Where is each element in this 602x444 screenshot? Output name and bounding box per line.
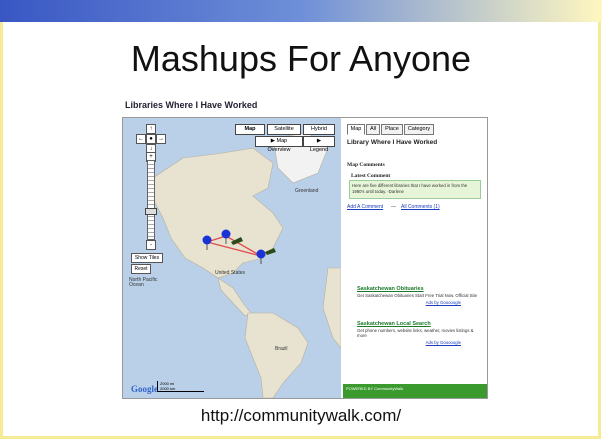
map-label-united-states: United States	[215, 270, 246, 276]
comment-text: Here are five different libraries that I…	[349, 180, 481, 199]
map-label-greenland: Greenland	[295, 188, 319, 194]
hybrid-type-button[interactable]: Hybrid	[303, 124, 335, 135]
add-comment-link[interactable]: Add A Comment	[347, 204, 383, 210]
scale-kilometers: 2000 km	[160, 386, 176, 391]
zoom-out-button[interactable]: -	[146, 240, 156, 250]
screenshot-heading: Libraries Where I Have Worked	[125, 100, 258, 110]
ad-body: Get phone numbers, website links, weathe…	[357, 328, 474, 338]
google-logo: Google	[131, 384, 158, 394]
pan-left-button[interactable]: ←	[136, 134, 146, 144]
slide-top-bar	[0, 0, 602, 22]
tab-all[interactable]: All	[366, 124, 380, 135]
map-marker[interactable]	[256, 249, 266, 265]
ads-by-link[interactable]: Ads by Gooooogle	[357, 300, 483, 305]
play-icon: ▶	[316, 138, 322, 144]
legend-button[interactable]: ▶ Legend	[303, 136, 335, 153]
show-tiles-button[interactable]: Show Tiles	[131, 253, 163, 263]
pan-center-button[interactable]: ●	[146, 134, 156, 144]
legend-label: Legend	[309, 147, 329, 153]
map-label-north-pacific: North Pacific Ocean	[129, 277, 158, 288]
map-type-button[interactable]: Map	[235, 124, 265, 135]
map-scale: 2000 mi 2000 km	[157, 381, 204, 392]
all-comments-link[interactable]: All Comments (1)	[401, 204, 440, 210]
footer-text: POWERED BY CommunityWalk	[346, 386, 404, 391]
reset-button[interactable]: Reset	[131, 264, 151, 274]
tab-category[interactable]: Category	[404, 124, 434, 135]
map-comments-heading: Map Comments	[347, 162, 385, 168]
map-area[interactable]: Map Satellite Hybrid ▶ Map Overview ▶ Le…	[123, 118, 341, 398]
ad-title-link[interactable]: Saskatchewan Obituaries	[357, 286, 483, 293]
map-label-brazil: Brazil	[275, 346, 288, 352]
slide-title: Mashups For Anyone	[130, 38, 472, 79]
panel-title: Library Where I Have Worked	[347, 139, 438, 146]
south-america-landmass	[244, 312, 309, 398]
tab-map[interactable]: Map	[347, 124, 365, 135]
zoom-slider-thumb[interactable]	[145, 208, 157, 215]
ad-title-link[interactable]: Saskatchewan Local Search	[357, 321, 483, 328]
ads-by-link[interactable]: Ads by Gooooogle	[357, 340, 483, 345]
ad-block: Saskatchewan Obituaries Get Saskatchewan…	[357, 286, 483, 305]
satellite-type-button[interactable]: Satellite	[267, 124, 301, 135]
communitywalk-footer: POWERED BY CommunityWalk	[343, 384, 487, 398]
north-america-landmass	[152, 147, 284, 279]
slide-url: http://communitywalk.com/	[200, 406, 402, 425]
tab-place[interactable]: Place	[381, 124, 403, 135]
ad-block: Saskatchewan Local Search Get phone numb…	[357, 321, 483, 345]
side-panel: Map All Place Category Library Where I H…	[343, 118, 487, 398]
zoom-slider-track[interactable]	[147, 160, 155, 240]
ad-body: Get Saskatchewan Obituaries Start Free T…	[357, 293, 478, 298]
map-overview-button[interactable]: ▶ Map Overview	[255, 136, 303, 153]
central-america-landmass	[217, 277, 252, 317]
pan-right-button[interactable]: →	[156, 134, 166, 144]
embedded-screenshot: Map Satellite Hybrid ▶ Map Overview ▶ Le…	[122, 117, 488, 399]
pan-up-button[interactable]: ↑	[146, 124, 156, 134]
latest-comment-heading: Latest Comment	[351, 173, 391, 179]
link-separator: —	[391, 204, 396, 210]
africa-landmass	[322, 267, 341, 349]
